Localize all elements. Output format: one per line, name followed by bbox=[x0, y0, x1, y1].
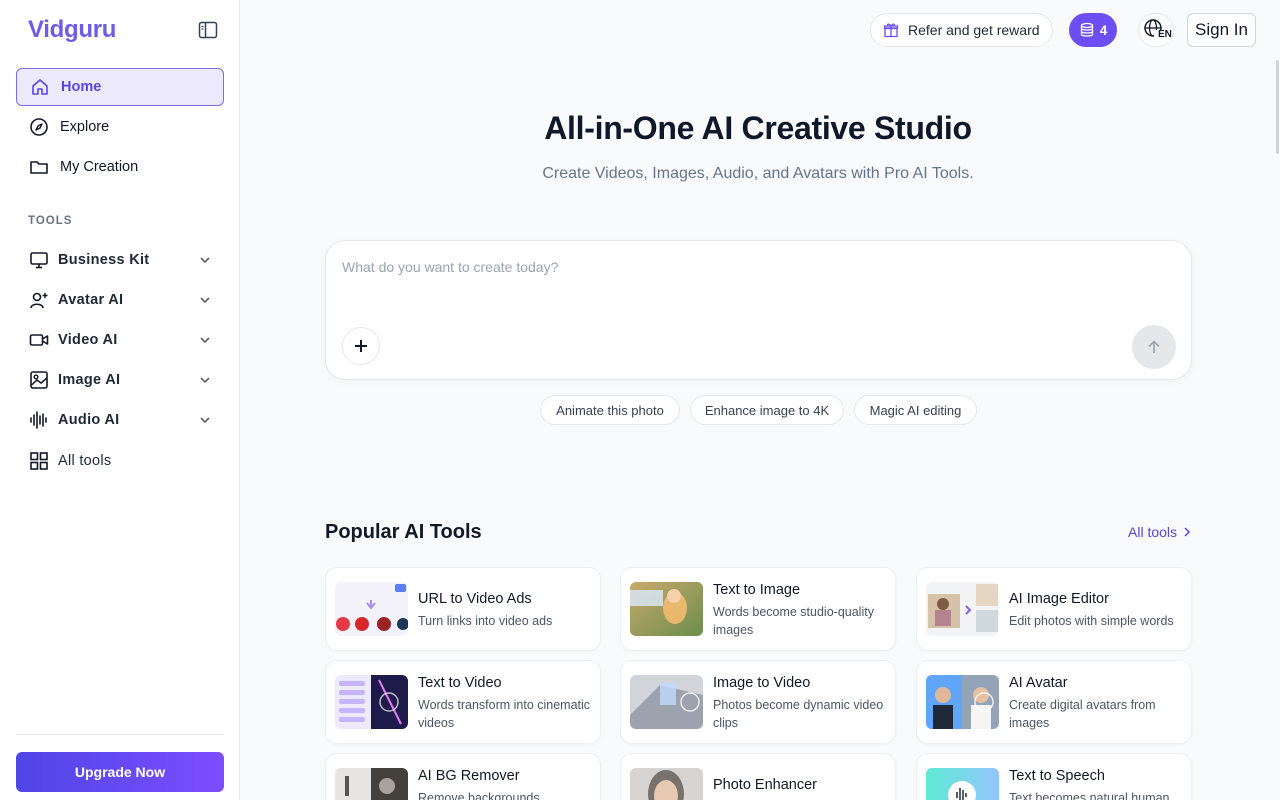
sidebar-item-home[interactable]: Home bbox=[16, 68, 224, 106]
monitor-icon bbox=[28, 249, 50, 271]
compass-icon bbox=[28, 116, 50, 138]
suggestion-chip[interactable]: Enhance image to 4K bbox=[690, 395, 844, 425]
grid-icon bbox=[28, 450, 50, 472]
all-tools-link[interactable]: All tools bbox=[1128, 524, 1193, 540]
card-description: Create digital avatars from images bbox=[1009, 698, 1156, 730]
card-description: Text becomes natural human bbox=[1009, 791, 1170, 800]
upgrade-button[interactable]: Upgrade Now bbox=[16, 752, 224, 792]
chevron-down-icon bbox=[200, 257, 210, 264]
hero-title: All-in-One AI Creative Studio bbox=[544, 110, 972, 146]
sidebar-item-label: Home bbox=[61, 79, 102, 95]
hero-subtitle: Create Videos, Images, Audio, and Avatar… bbox=[542, 165, 974, 182]
send-button[interactable] bbox=[1132, 325, 1176, 369]
tool-card-text-to-image[interactable]: Text to Image Words become studio-qualit… bbox=[620, 567, 896, 651]
sidebar-item-label: Business Kit bbox=[58, 252, 150, 268]
sidebar-item-image-ai[interactable]: Image AI bbox=[16, 361, 224, 399]
sidebar-item-audio-ai[interactable]: Audio AI bbox=[16, 401, 224, 439]
sidebar-item-label: Explore bbox=[60, 119, 110, 135]
user-plus-icon bbox=[28, 289, 50, 311]
add-attachment-button[interactable] bbox=[342, 327, 380, 365]
language-button[interactable]: EN bbox=[1138, 13, 1174, 47]
card-title: Photo Enhancer bbox=[713, 777, 817, 793]
suggestion-chip[interactable]: Animate this photo bbox=[540, 395, 680, 425]
text-to-speech-thumbnail bbox=[926, 768, 999, 800]
language-label: EN bbox=[1158, 29, 1172, 40]
ai-image-editor-thumbnail bbox=[926, 582, 999, 636]
sidebar-item-business-kit[interactable]: Business Kit bbox=[16, 241, 224, 279]
video-camera-icon bbox=[28, 329, 50, 351]
credits-count: 4 bbox=[1099, 22, 1108, 38]
card-description: Turn links into video ads bbox=[418, 614, 553, 628]
tool-card-ai-avatar[interactable]: AI Avatar Create digital avatars from im… bbox=[916, 660, 1192, 744]
database-icon bbox=[1080, 22, 1093, 37]
refer-button[interactable]: Refer and get reward bbox=[870, 13, 1053, 47]
home-icon bbox=[29, 76, 51, 98]
card-title: URL to Video Ads bbox=[418, 591, 532, 607]
credits-button[interactable]: 4 bbox=[1069, 13, 1117, 47]
ai-bg-remover-thumbnail bbox=[335, 768, 408, 800]
page-scrollbar[interactable] bbox=[1276, 60, 1279, 154]
tool-card-text-to-speech[interactable]: Text to Speech Text becomes natural huma… bbox=[916, 753, 1192, 800]
sidebar-item-label: Audio AI bbox=[58, 412, 120, 428]
arrow-up-icon bbox=[1148, 340, 1160, 353]
brand-logo[interactable]: Vidguru bbox=[28, 16, 116, 44]
tool-card-url-to-video-ads[interactable]: URL to Video Ads Turn links into video a… bbox=[325, 567, 601, 651]
chevron-down-icon bbox=[200, 297, 210, 304]
tools-section-label: TOOLS bbox=[28, 215, 73, 227]
sidebar-item-all-tools[interactable]: All tools bbox=[16, 442, 224, 480]
folder-icon bbox=[28, 156, 50, 178]
sidebar-item-video-ai[interactable]: Video AI bbox=[16, 321, 224, 359]
sidebar-item-label: My Creation bbox=[60, 159, 139, 175]
tool-card-image-to-video[interactable]: Image to Video Photos become dynamic vid… bbox=[620, 660, 896, 744]
card-description: Words become studio-quality images bbox=[713, 605, 874, 637]
chevron-right-icon bbox=[1184, 527, 1191, 537]
card-description: Remove backgrounds bbox=[418, 791, 540, 800]
card-title: Text to Speech bbox=[1009, 768, 1105, 784]
sidebar-item-my-creation[interactable]: My Creation bbox=[16, 148, 224, 186]
sidebar-item-avatar-ai[interactable]: Avatar AI bbox=[16, 281, 224, 319]
card-description: Edit photos with simple words bbox=[1009, 614, 1174, 628]
tool-card-ai-image-editor[interactable]: AI Image Editor Edit photos with simple … bbox=[916, 567, 1192, 651]
card-title: Image to Video bbox=[713, 675, 811, 691]
tool-card-photo-enhancer[interactable]: Photo Enhancer bbox=[620, 753, 896, 800]
text-to-image-thumbnail bbox=[630, 582, 703, 636]
prompt-box bbox=[325, 240, 1192, 380]
chevron-down-icon bbox=[200, 377, 210, 384]
image-to-video-thumbnail bbox=[630, 675, 703, 729]
sidebar-toggle-icon[interactable] bbox=[198, 21, 218, 39]
sidebar: Vidguru Home Explore My Creation TOOLS B… bbox=[0, 0, 240, 800]
card-description: Words transform into cinematic videos bbox=[418, 698, 591, 730]
sidebar-item-explore[interactable]: Explore bbox=[16, 108, 224, 146]
card-title: AI Image Editor bbox=[1009, 591, 1109, 607]
text-to-video-thumbnail bbox=[335, 675, 408, 729]
card-title: AI Avatar bbox=[1009, 675, 1068, 691]
url-to-video-thumbnail bbox=[335, 582, 408, 636]
all-tools-label: All tools bbox=[1128, 524, 1178, 540]
card-title: Text to Image bbox=[713, 582, 801, 598]
image-icon bbox=[28, 369, 50, 391]
card-title: Text to Video bbox=[418, 675, 502, 691]
suggestion-chip[interactable]: Magic AI editing bbox=[854, 395, 977, 425]
prompt-input[interactable] bbox=[342, 255, 1172, 279]
tool-card-text-to-video[interactable]: Text to Video Words transform into cinem… bbox=[325, 660, 601, 744]
gift-icon bbox=[883, 23, 899, 38]
photo-enhancer-thumbnail bbox=[630, 768, 703, 800]
tool-card-ai-bg-remover[interactable]: AI BG Remover Remove backgrounds bbox=[325, 753, 601, 800]
audio-wave-icon bbox=[28, 409, 50, 431]
sidebar-divider bbox=[16, 734, 224, 735]
plus-icon bbox=[355, 340, 367, 352]
sidebar-item-label: All tools bbox=[58, 453, 112, 469]
sign-in-button[interactable]: Sign In bbox=[1187, 13, 1256, 47]
ai-avatar-thumbnail bbox=[926, 675, 999, 729]
chevron-down-icon bbox=[200, 417, 210, 424]
card-description: Photos become dynamic video clips bbox=[713, 698, 884, 730]
popular-tools-title: Popular AI Tools bbox=[325, 521, 482, 543]
sidebar-item-label: Image AI bbox=[58, 372, 121, 388]
refer-label: Refer and get reward bbox=[908, 22, 1040, 38]
card-title: AI BG Remover bbox=[418, 768, 520, 784]
chevron-down-icon bbox=[200, 337, 210, 344]
sidebar-item-label: Avatar AI bbox=[58, 292, 124, 308]
sidebar-item-label: Video AI bbox=[58, 332, 118, 348]
